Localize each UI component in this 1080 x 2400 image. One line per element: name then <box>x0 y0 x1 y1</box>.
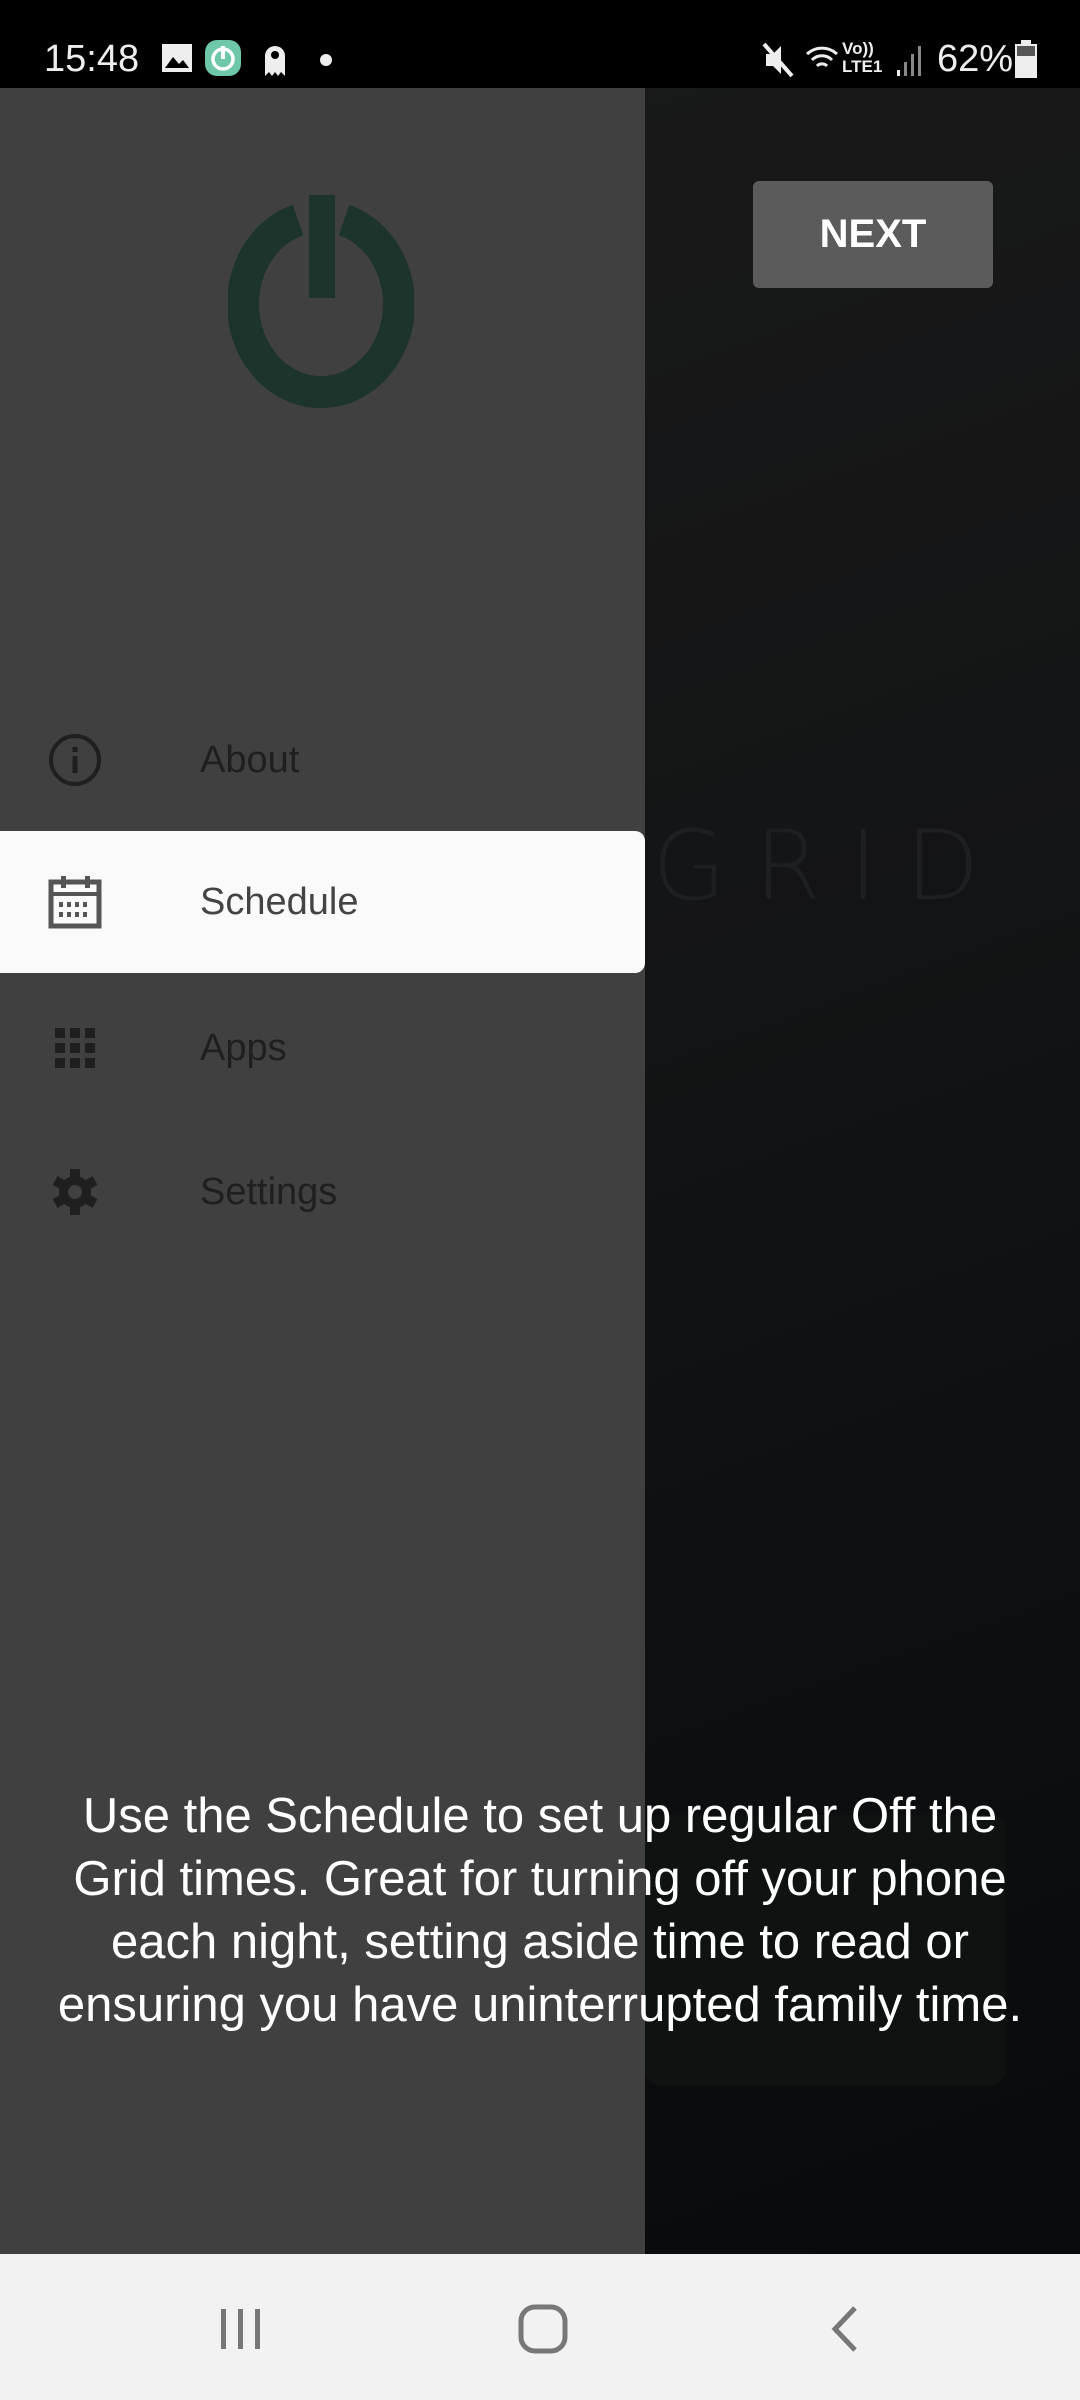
status-bar: 15:48 Vo)) LTE1 62% <box>0 0 1080 88</box>
drawer-item-label: Schedule <box>200 880 359 923</box>
gallery-icon <box>162 44 192 72</box>
ghost-icon <box>265 46 285 76</box>
calendar-icon <box>46 873 104 931</box>
battery-icon <box>1015 40 1037 78</box>
wifi-icon <box>805 46 839 68</box>
drawer-item-about[interactable]: About <box>0 689 645 831</box>
recents-icon[interactable] <box>206 2294 276 2364</box>
drawer-item-label: About <box>200 738 300 781</box>
off-the-grid-app-icon <box>205 40 241 76</box>
back-icon[interactable] <box>810 2294 880 2364</box>
drawer-item-label: Apps <box>200 1026 287 1069</box>
volte-label: Vo)) <box>842 39 874 58</box>
grid-icon <box>46 1019 104 1077</box>
dot-icon <box>320 54 332 66</box>
power-icon <box>228 195 414 409</box>
clock: 15:48 <box>44 38 140 80</box>
info-icon <box>46 731 104 789</box>
next-button[interactable]: NEXT <box>753 181 993 288</box>
background-logo-text: GRID <box>652 810 1008 922</box>
signal-icon <box>897 46 921 76</box>
drawer-item-apps[interactable]: Apps <box>0 977 645 1119</box>
system-nav-bar <box>0 2254 1080 2400</box>
drawer-item-schedule[interactable]: Schedule <box>0 831 645 973</box>
drawer-item-label: Settings <box>200 1170 338 1213</box>
tutorial-message: Use the Schedule to set up regular Off t… <box>57 1789 1023 2032</box>
battery-percent: 62% <box>937 38 1014 80</box>
home-icon[interactable] <box>508 2294 578 2364</box>
mute-icon <box>762 42 794 78</box>
drawer-item-settings[interactable]: Settings <box>0 1121 645 1263</box>
gear-icon <box>46 1163 104 1221</box>
network-label: LTE1 <box>842 57 883 76</box>
